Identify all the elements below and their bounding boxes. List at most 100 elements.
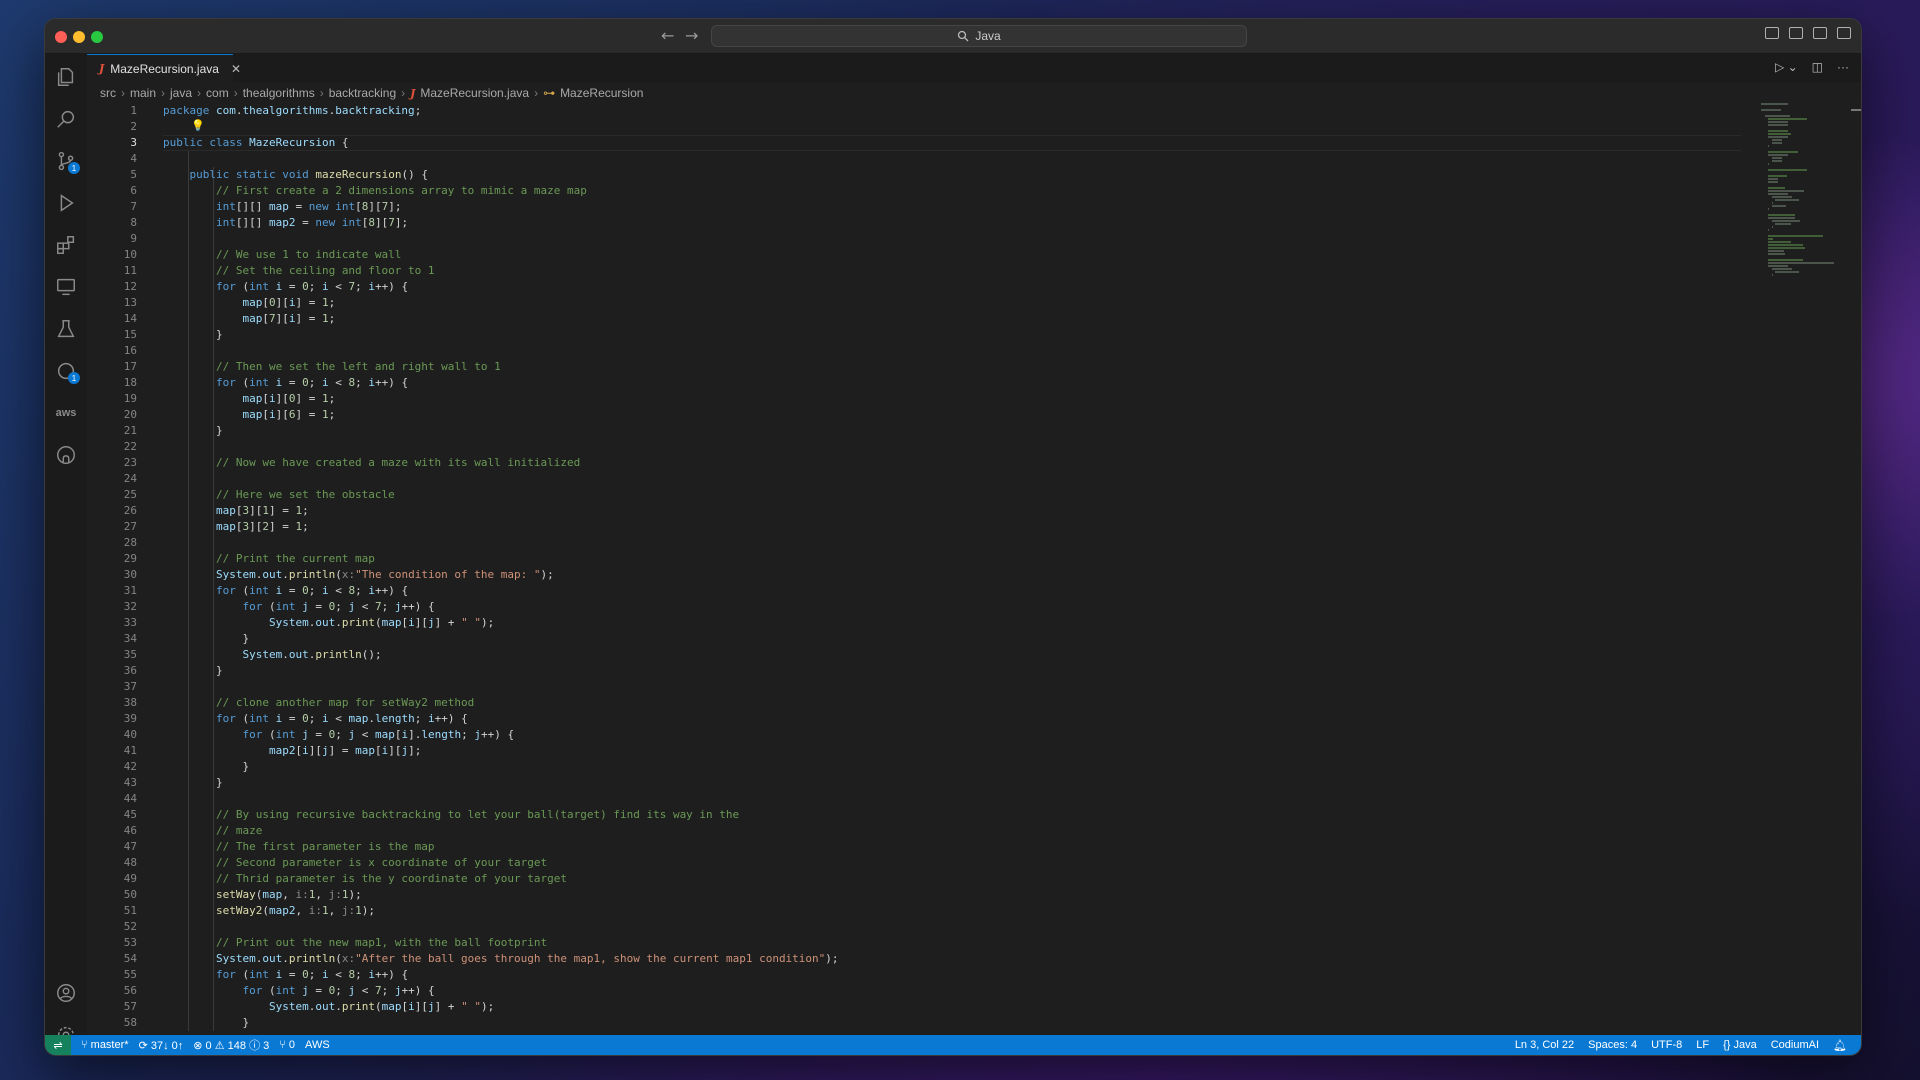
minimap-line <box>1768 214 1796 216</box>
error-count: 0 <box>205 1040 212 1052</box>
minimap-line <box>1768 241 1792 243</box>
code-line: for (int i = 0; i < map.length; i++) { <box>215 712 468 725</box>
command-center-search[interactable]: Java <box>711 25 1247 47</box>
breadcrumb-item[interactable]: backtracking <box>329 86 396 100</box>
minimap-line <box>1775 223 1792 225</box>
code-line: // The first parameter is the map <box>215 840 435 853</box>
line-number: 35 <box>123 648 137 661</box>
minimap-line <box>1768 187 1785 189</box>
more-actions-icon[interactable]: ··· <box>1837 60 1849 74</box>
line-number: 36 <box>123 664 137 677</box>
remote-explorer-icon[interactable] <box>45 270 87 304</box>
line-number: 27 <box>123 520 137 533</box>
code-line: // Print the current map <box>215 552 375 565</box>
split-editor-icon[interactable]: ◫ <box>1812 60 1823 74</box>
cursor-position[interactable]: Ln 3, Col 22 <box>1515 1039 1574 1051</box>
line-number: 33 <box>123 616 137 629</box>
back-arrow-icon[interactable]: ← <box>661 26 674 45</box>
minimap-line <box>1768 250 1784 252</box>
minimap-line <box>1768 154 1789 156</box>
line-number: 58 <box>123 1016 137 1029</box>
github-icon[interactable] <box>45 438 87 472</box>
run-debug-icon[interactable] <box>45 186 87 220</box>
toggle-secondary-sidebar-icon[interactable] <box>1813 27 1827 39</box>
line-number: 53 <box>123 936 137 949</box>
code-editor[interactable]: 💡 1 2 3 4 5 6 7 8 9 10 11 12 13 14 15 16 17 18 19 20 21 22 23 2… <box>87 103 1861 1035</box>
accounts-icon[interactable] <box>45 976 87 1010</box>
minimap-line <box>1771 157 1782 159</box>
minimap-line <box>1768 169 1807 171</box>
minimap[interactable] <box>1761 103 1847 343</box>
code-line: // Then we set the left and right wall t… <box>215 360 501 373</box>
minimap-line <box>1768 190 1804 192</box>
breadcrumb-item[interactable]: thealgorithms <box>243 86 315 100</box>
scrollbar[interactable] <box>1851 109 1861 111</box>
notifications-bell-icon[interactable]: 🔔︎ <box>1833 1039 1847 1052</box>
code-line: for (int i = 0; i < 8; i++) { <box>215 968 409 981</box>
line-ending[interactable]: LF <box>1696 1039 1709 1051</box>
breadcrumb-item[interactable]: com <box>206 86 229 100</box>
search-icon[interactable] <box>45 102 87 136</box>
line-number: 30 <box>123 568 137 581</box>
encoding[interactable]: UTF-8 <box>1651 1039 1682 1051</box>
breadcrumb-item[interactable]: MazeRecursion.java <box>420 86 529 100</box>
run-java-icon[interactable]: ▷ ⌄ <box>1775 60 1798 74</box>
line-number: 23 <box>123 456 137 469</box>
code-line: for (int j = 0; j < 7; j++) { <box>242 600 435 613</box>
ports-indicator[interactable]: ⑂ 0 <box>279 1039 295 1051</box>
git-sync[interactable]: ⟳ 37↓ 0↑ <box>139 1039 184 1052</box>
remote-icon[interactable]: 1 <box>45 354 87 388</box>
breadcrumb-item[interactable]: main <box>130 86 156 100</box>
minimap-line <box>1771 196 1793 198</box>
language-label: Java <box>1733 1039 1757 1051</box>
forward-arrow-icon[interactable]: → <box>685 26 698 45</box>
code-line: public static void mazeRecursion() { <box>189 168 428 181</box>
minimap-line <box>1768 244 1804 246</box>
line-number: 56 <box>123 984 137 997</box>
close-tab-icon[interactable]: ✕ <box>231 62 241 76</box>
line-number: 3 <box>130 136 137 149</box>
tab-mazerecursion[interactable]: J MazeRecursion.java ✕ <box>87 54 241 82</box>
git-branch[interactable]: ⑂ master* <box>81 1039 129 1051</box>
line-number: 50 <box>123 888 137 901</box>
breadcrumb-item[interactable]: MazeRecursion <box>560 86 643 100</box>
toggle-primary-sidebar-icon[interactable] <box>1765 27 1779 39</box>
maximize-window-button[interactable] <box>91 31 103 43</box>
minimap-line <box>1768 247 1806 249</box>
minimize-window-button[interactable] <box>73 31 85 43</box>
aws-status[interactable]: AWS <box>305 1039 330 1051</box>
line-number: 26 <box>123 504 137 517</box>
aws-icon[interactable]: aws <box>45 396 87 430</box>
customize-layout-icon[interactable] <box>1837 27 1851 39</box>
line-number: 5 <box>130 168 137 181</box>
remote-indicator-icon[interactable]: ⇌ <box>45 1035 71 1055</box>
code-line: map2[i][j] = map[i][j]; <box>268 744 422 757</box>
line-number: 39 <box>123 712 137 725</box>
minimap-line <box>1775 199 1800 201</box>
minimap-line <box>1768 118 1808 120</box>
code-line: } <box>163 664 223 677</box>
minimap-line <box>1771 139 1782 141</box>
problems-indicator[interactable]: ⊗ 0 ⚠ 148 ⓘ 3 <box>193 1037 269 1053</box>
command-center-label: Java <box>975 29 1001 43</box>
breadcrumb-item[interactable]: src <box>100 86 116 100</box>
extensions-icon[interactable] <box>45 228 87 262</box>
close-window-button[interactable] <box>55 31 67 43</box>
language-mode[interactable]: {} Java <box>1723 1039 1757 1051</box>
codiumai-status[interactable]: CodiumAI <box>1771 1039 1819 1051</box>
testing-icon[interactable] <box>45 312 87 346</box>
code-line: // Print out the new map1, with the ball… <box>215 936 548 949</box>
line-number: 9 <box>130 232 137 245</box>
minimap-line <box>1768 259 1804 261</box>
remote-badge: 1 <box>68 372 80 384</box>
toggle-panel-icon[interactable] <box>1789 27 1803 39</box>
code-line: // We use 1 to indicate wall <box>215 248 402 261</box>
breadcrumb-item[interactable]: java <box>170 86 192 100</box>
code-line: System.out.print(map[i][j] + " "); <box>268 1000 495 1013</box>
explorer-icon[interactable] <box>45 60 87 94</box>
indentation[interactable]: Spaces: 4 <box>1588 1039 1637 1051</box>
code-line: setWay(map, i:1, j:1); <box>215 888 362 901</box>
source-control-icon[interactable]: 1 <box>45 144 87 178</box>
